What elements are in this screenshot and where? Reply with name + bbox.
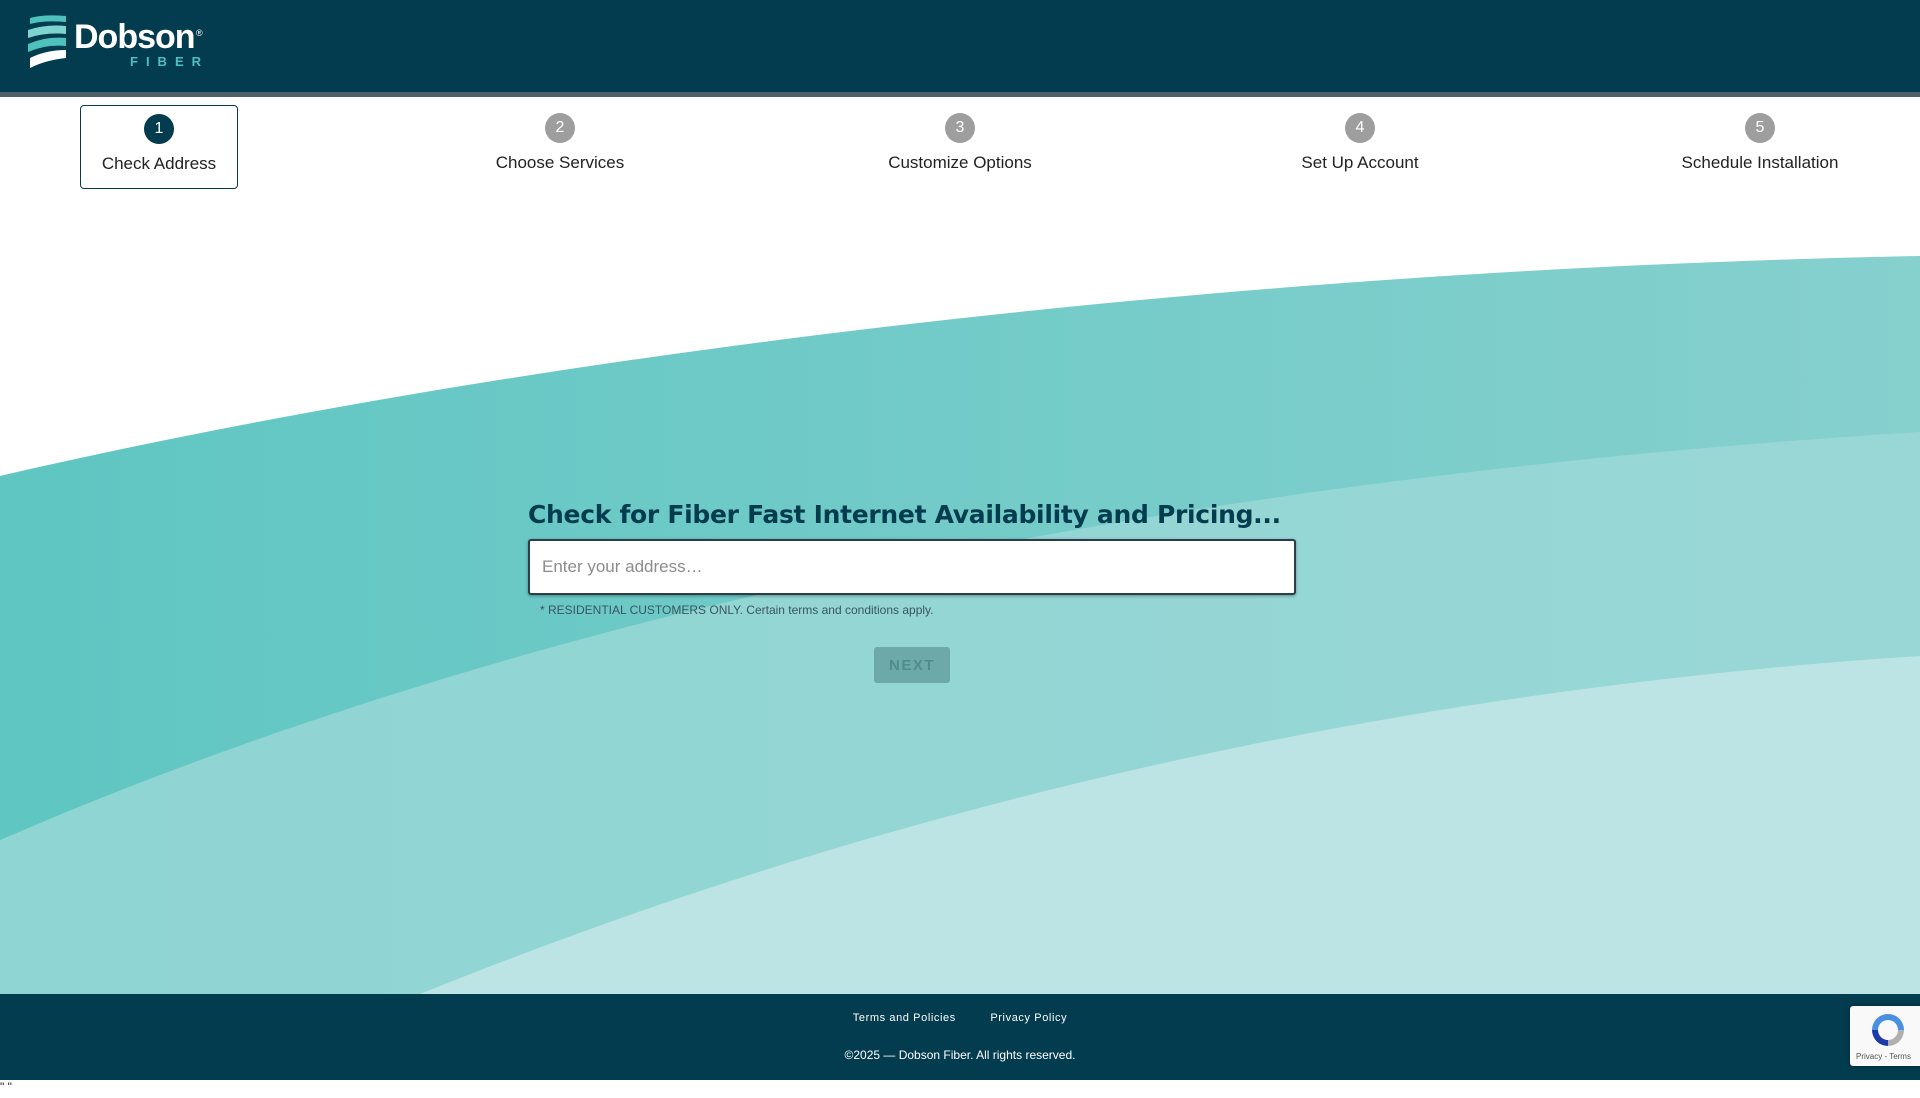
footer-links: Terms and Policies Privacy Policy [0,1008,1920,1026]
recaptcha-privacy-terms[interactable]: Privacy - Terms [1856,1052,1911,1061]
dobson-fiber-logo[interactable]: Dobson ® FIBER [26,14,226,74]
terms-and-policies-link[interactable]: Terms and Policies [853,1012,956,1024]
step-label: Check Address [101,154,217,173]
step-label: Choose Services [495,153,625,172]
step-number: 1 [144,114,174,144]
logo-subtitle: FIBER [130,54,209,69]
step-number: 2 [545,113,575,143]
step-choose-services[interactable]: 2 Choose Services [481,105,639,189]
step-number: 5 [1745,113,1775,143]
logo-wordmark: Dobson [74,18,196,56]
residential-disclaimer: * RESIDENTIAL CUSTOMERS ONLY. Certain te… [540,603,934,617]
logo-registered-mark: ® [196,28,203,38]
recaptcha-badge[interactable]: Privacy - Terms [1850,1006,1920,1066]
site-footer: Terms and Policies Privacy Policy ©2025 … [0,994,1920,1080]
address-input[interactable] [528,539,1296,595]
step-set-up-account[interactable]: 4 Set Up Account [1281,105,1439,189]
site-header: Dobson ® FIBER [0,0,1920,92]
copyright-text: ©2025 — Dobson Fiber. All rights reserve… [844,1048,1076,1062]
step-customize-options[interactable]: 3 Customize Options [881,105,1039,189]
stray-text: " " [0,1080,12,1094]
availability-headline: Check for Fiber Fast Internet Availabili… [528,500,1281,529]
step-schedule-installation[interactable]: 5 Schedule Installation [1681,105,1839,189]
address-check-form: Check for Fiber Fast Internet Availabili… [528,500,1296,683]
step-number: 4 [1345,113,1375,143]
next-button[interactable]: NEXT [874,647,950,683]
logo-swoosh-icon [28,15,66,68]
step-label: Schedule Installation [1681,153,1839,172]
step-label: Customize Options [888,153,1032,172]
checkout-stepper: 1 Check Address 2 Choose Services 3 Cust… [0,97,1920,197]
privacy-policy-link[interactable]: Privacy Policy [990,1012,1067,1024]
step-check-address[interactable]: 1 Check Address [80,105,238,189]
recaptcha-icon [1872,1014,1904,1046]
step-number: 3 [945,113,975,143]
step-label: Set Up Account [1301,153,1419,172]
